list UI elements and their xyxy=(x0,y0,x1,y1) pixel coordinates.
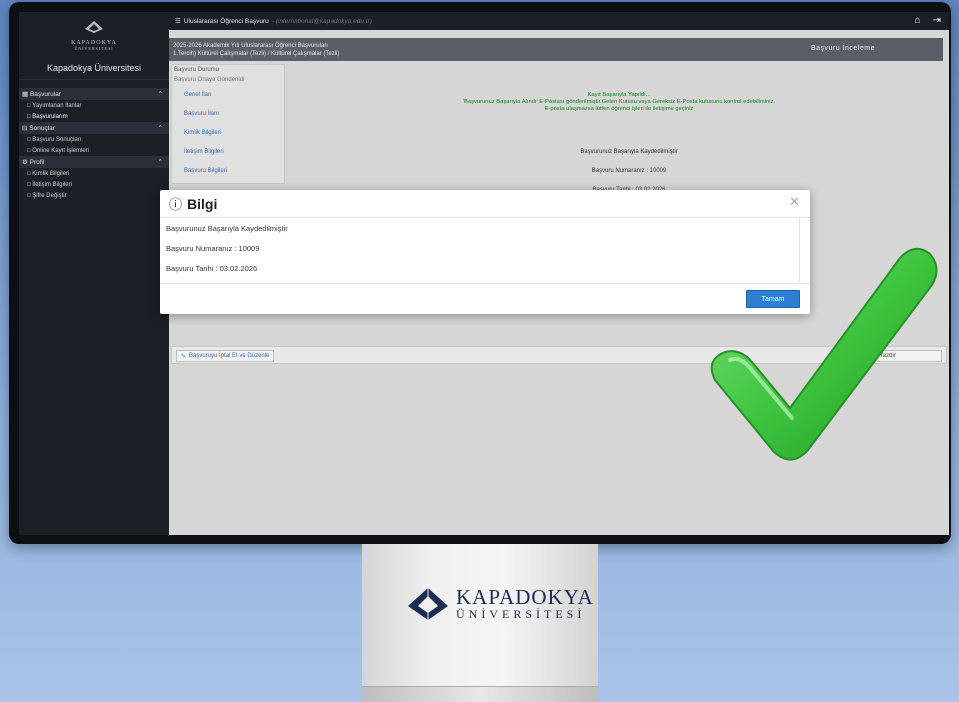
nav-item-basvuru-ilani[interactable]: Başvuru İlanı xyxy=(172,104,284,123)
saved-text: Başvurunuz Başarıyla Kaydedilmiştir xyxy=(580,149,678,155)
sidebar-item-iletisim-bilgileri[interactable]: □ İletişim Bilgileri xyxy=(19,179,169,190)
sidebar: KAPADOKYA ÜNİVERSİTESİ Kapadokya Ünivers… xyxy=(19,12,169,535)
sidebar-item-online-kayit[interactable]: □ Online Kayıt İşlemleri xyxy=(19,145,169,156)
sidebar-item-yayimlanan-ilanlar[interactable]: □ Yayımlanan İlanlar xyxy=(19,100,169,111)
modal-line-date: Başvuru Tarihi : 03.02.2026 xyxy=(166,263,258,273)
logout-icon[interactable]: ⇥ xyxy=(933,15,941,26)
modal-header: ⓘ Bilgi xyxy=(160,190,810,218)
sidebar-item-sifre-degistir[interactable]: □ Şifre Değiştir xyxy=(19,190,169,201)
home-icon[interactable]: ⌂ xyxy=(915,15,921,26)
university-emblem-icon xyxy=(408,588,448,620)
monitor-stand xyxy=(362,544,598,702)
university-name: Kapadokya Üniversitesi xyxy=(46,63,142,73)
cancel-edit-button[interactable]: ✎ Başvuruyu İptal Et ve Düzenle xyxy=(176,350,275,362)
app-title: Uluslararası Öğrenci Başvuru xyxy=(183,17,269,25)
nav-item-genel-ilan[interactable]: Genel İlan xyxy=(172,85,284,104)
topbar: ☰ Uluslararası Öğrenci Başvuru - (intern… xyxy=(169,12,949,30)
chevron-up-icon: ⌃ xyxy=(157,125,163,132)
chevron-up-icon: ⌃ xyxy=(157,91,163,98)
nav-status-title: Başvuru Durumu xyxy=(174,67,220,73)
nav-item-basvuru-bilgileri[interactable]: Başvuru Bilgileri xyxy=(172,161,284,180)
close-icon[interactable]: ✕ xyxy=(789,194,800,210)
sidebar-item-basvuru-sonuclari[interactable]: □ Başvuru Sonuçları xyxy=(19,134,169,145)
profile-icon: ⚙ xyxy=(22,159,30,166)
info-icon: ⓘ xyxy=(169,197,183,212)
nav-status-value: Başvuru Onaya Gönderildi xyxy=(174,77,245,83)
modal-title: Bilgi xyxy=(187,195,218,212)
header-right-title: Başvuru İnceleme xyxy=(810,45,875,52)
sidebar-item-kimlik-bilgileri[interactable]: □ Kimlik Bilgileri xyxy=(19,168,169,179)
page-header: 2025-2026 Akademik Yılı Uluslararası Öğr… xyxy=(169,38,943,61)
university-logo-icon xyxy=(85,21,103,33)
application-number: Başvuru Numaranız : 10009 xyxy=(591,168,667,174)
contact-email: - (international@kapadokya.edu.tr) xyxy=(271,17,372,25)
chevron-up-icon: ⌃ xyxy=(157,159,163,166)
sidebar-section-sonuclar[interactable]: ⊟ Sonuçlar ⌃ xyxy=(19,122,169,134)
grid-icon: ▦ xyxy=(22,91,30,98)
stand-logo-sub: ÜNİVERSİTESİ xyxy=(456,607,586,621)
sidebar-brand: KAPADOKYA ÜNİVERSİTESİ Kapadokya Ünivers… xyxy=(19,12,169,80)
application-nav: Başvuru Durumu Başvuru Onaya Gönderildi … xyxy=(171,64,285,184)
brand-logo-sub: ÜNİVERSİTESİ xyxy=(74,46,114,51)
sidebar-section-profil[interactable]: ⚙ Profil ⌃ xyxy=(19,156,169,168)
nav-item-iletisim-bilgileri[interactable]: İletişim Bilgileri xyxy=(172,142,284,161)
stand-logo-name: KAPADOKYA xyxy=(456,585,594,609)
sidebar-item-basvurularim[interactable]: □ Başvurularım xyxy=(19,111,169,122)
nav-item-kimlik-bilgileri[interactable]: Kimlik Bilgileri xyxy=(172,123,284,142)
stand-university-logo: KAPADOKYA ÜNİVERSİTESİ xyxy=(406,586,594,622)
sidebar-section-basvurular[interactable]: ▦ Başvurular ⌃ xyxy=(19,88,169,100)
menu-icon[interactable]: ☰ xyxy=(175,17,181,25)
success-message: Kayıt Başarıyla Yapıldı... 'Başvurunuz B… xyxy=(462,92,776,112)
edit-icon: ✎ xyxy=(181,353,187,360)
checkmark-icon xyxy=(710,247,938,461)
modal-line-number: Başvuru Numaranız : 10009 xyxy=(166,243,260,253)
modal-line-saved: Başvurunuz Başarıyla Kaydedilmiştir xyxy=(166,223,288,233)
monitor-stand-base xyxy=(362,686,598,702)
